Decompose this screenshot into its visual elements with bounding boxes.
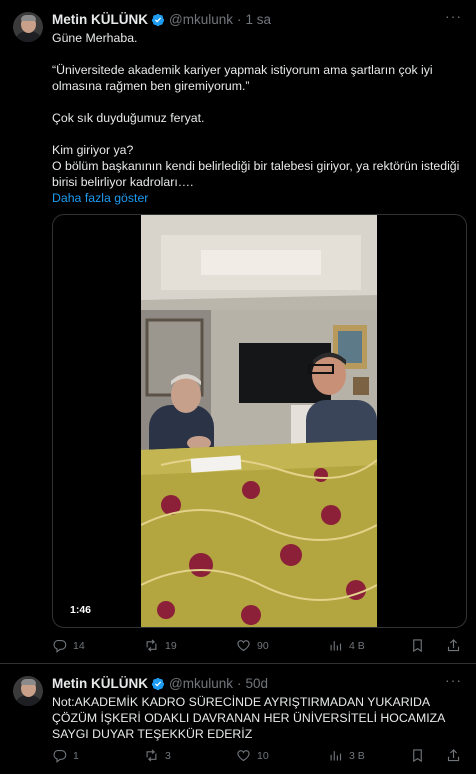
video-player[interactable]: 1:46 — [52, 214, 467, 628]
views-icon — [330, 751, 342, 761]
views-count: 4 B — [349, 639, 365, 652]
views-icon — [330, 641, 342, 651]
reply-count: 1 — [73, 749, 79, 762]
like-count: 10 — [257, 749, 269, 762]
like-button[interactable]: 90 — [236, 638, 269, 653]
text-line: Güne Merhaba. — [52, 31, 138, 45]
more-icon[interactable]: ··· — [445, 8, 462, 24]
more-icon[interactable]: ··· — [445, 672, 462, 688]
views-count: 3 B — [349, 749, 365, 762]
tweet[interactable]: Metin KÜLÜNK @mkulunk · 1 sa ··· Güne Me… — [0, 0, 476, 664]
separator: · — [236, 676, 242, 691]
author-name[interactable]: Metin KÜLÜNK — [52, 676, 148, 691]
views-button[interactable]: 4 B — [328, 638, 365, 653]
reply-count: 14 — [73, 639, 85, 652]
author-name[interactable]: Metin KÜLÜNK — [52, 12, 148, 27]
reply-button[interactable]: 1 — [52, 748, 79, 763]
like-button[interactable]: 10 — [236, 748, 269, 763]
avatar[interactable] — [13, 676, 43, 706]
share-button[interactable] — [446, 748, 467, 763]
views-button[interactable]: 3 B — [328, 748, 365, 763]
avatar[interactable] — [13, 12, 43, 42]
like-count: 90 — [257, 639, 269, 652]
share-icon — [447, 749, 460, 762]
repost-count: 3 — [165, 749, 171, 762]
text-line: Kim giriyor ya? — [52, 143, 134, 157]
repost-icon — [146, 749, 157, 762]
repost-count: 19 — [165, 639, 177, 652]
tweet[interactable]: Metin KÜLÜNK @mkulunk · 50d ··· Not:AKAD… — [0, 664, 476, 774]
video-duration: 1:46 — [67, 603, 95, 617]
tweet-header: Metin KÜLÜNK @mkulunk · 1 sa — [52, 12, 271, 27]
timestamp[interactable]: 50d — [245, 676, 268, 691]
bookmark-icon — [413, 639, 422, 653]
action-bar: 1 3 10 3 B — [52, 748, 464, 766]
video-frame — [141, 215, 377, 627]
bookmark-icon — [413, 749, 422, 763]
bookmark-button[interactable] — [410, 638, 431, 653]
verified-badge-icon — [151, 13, 165, 26]
repost-button[interactable]: 3 — [144, 748, 171, 763]
repost-icon — [146, 639, 157, 652]
reply-icon — [53, 749, 67, 763]
reply-icon — [53, 639, 67, 653]
author-handle[interactable]: @mkulunk — [169, 676, 233, 691]
repost-button[interactable]: 19 — [144, 638, 177, 653]
tweet-text: Not:AKADEMİK KADRO SÜRECİNDE AYRIŞTIRMAD… — [52, 694, 464, 742]
action-bar: 14 19 90 4 B — [52, 638, 464, 656]
author-handle[interactable]: @mkulunk — [169, 12, 233, 27]
tweet-text: Güne Merhaba. “Üniversitede akademik kar… — [52, 30, 464, 206]
video-thumbnail — [141, 215, 377, 627]
text-line: O bölüm başkanının kendi belirlediği bir… — [52, 159, 460, 189]
text-line: Çok sık duyduğumuz feryat. — [52, 111, 205, 125]
share-icon — [447, 639, 460, 652]
timestamp[interactable]: 1 sa — [245, 12, 271, 27]
verified-badge-icon — [151, 677, 165, 690]
separator: · — [236, 12, 242, 27]
share-button[interactable] — [446, 638, 467, 653]
like-icon — [237, 640, 250, 652]
tweet-header: Metin KÜLÜNK @mkulunk · 50d — [52, 676, 268, 691]
text-line: Not:AKADEMİK KADRO SÜRECİNDE AYRIŞTIRMAD… — [52, 695, 445, 741]
like-icon — [237, 750, 250, 762]
reply-button[interactable]: 14 — [52, 638, 85, 653]
bookmark-button[interactable] — [410, 748, 431, 763]
show-more-link[interactable]: Daha fazla göster — [52, 190, 464, 206]
text-line: “Üniversitede akademik kariyer yapmak is… — [52, 63, 433, 93]
